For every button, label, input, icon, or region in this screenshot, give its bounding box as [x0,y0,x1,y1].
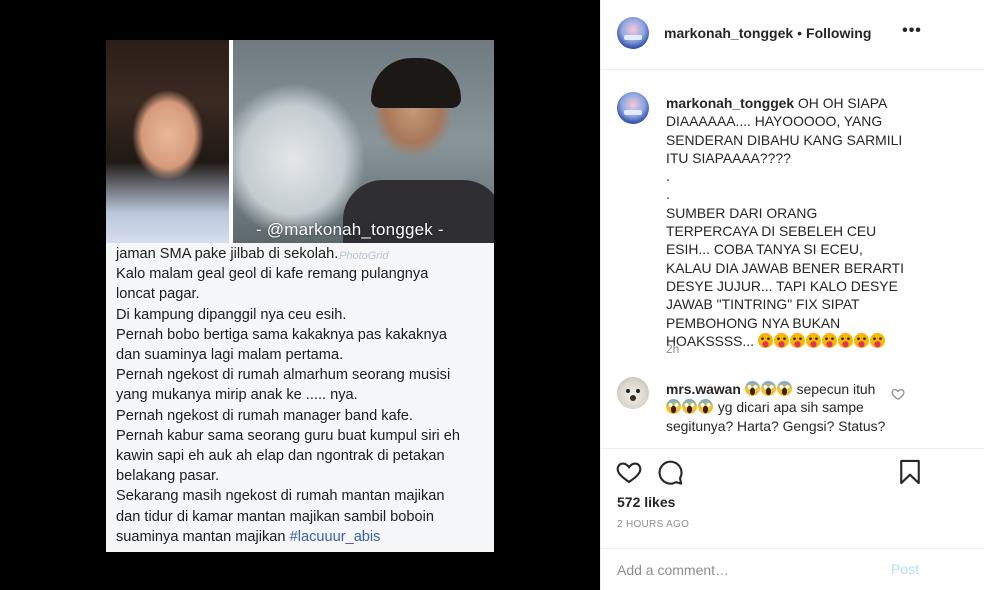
comment-text: mrs.wawan sepecun ituh yg dicari apa sih… [666,380,888,435]
photo-left-portrait [106,40,229,243]
avatar[interactable] [617,17,649,49]
caption-dot: . [666,168,670,185]
caption-username[interactable]: markonah_tonggek [666,95,794,111]
image-text-line: Pernah ngekost di rumah manager band kaf… [116,407,413,424]
screaming-face-emoji [760,381,776,396]
face-with-tongue-emoji [805,332,821,348]
image-text-line: Di kampung dipanggil nya ceu esih. [116,306,347,323]
screaming-face-emoji [776,381,792,396]
image-text-line-prefix: suaminya mantan majikan [116,528,290,545]
image-text-line: Pernah kabur sama seorang guru buat kump… [116,427,460,444]
face-with-tongue-emoji [757,332,773,348]
image-text-line: loncat pagar. [116,286,200,303]
caption-timestamp[interactable]: 2h [666,342,679,356]
image-text-line: jaman SMA pake jilbab di sekolah. [116,246,339,262]
post-button[interactable]: Post [891,561,919,577]
face-with-tongue-emoji [773,332,789,348]
post-image: - @markonah_tonggek - PhotoGrid jaman SM… [106,40,494,552]
post-media[interactable]: - @markonah_tonggek - PhotoGrid jaman SM… [0,0,600,590]
more-options-icon[interactable]: ••• [901,22,923,46]
comment-icon[interactable] [656,458,684,486]
caption-avatar[interactable] [617,92,649,124]
screaming-face-emoji [666,399,681,415]
post-header: markonah_tonggek • Following ••• [601,0,984,70]
image-text-line: Sekarang masih ngekost di rumah mantan m… [116,488,445,505]
image-text-line: belakang pasar. [116,468,220,485]
screaming-face-emoji [698,399,713,415]
image-text-line: Pernah ngekost di rumah almarhum seorang… [116,367,451,384]
comment-like-heart-icon[interactable] [891,387,905,401]
face-with-tongue-emoji [821,332,837,348]
screaming-face-emoji [682,399,697,415]
caption-text: markonah_tonggek OH OH SIAPA DIAAAAAA...… [666,94,904,350]
bookmark-icon[interactable] [896,458,924,486]
caption-emojis [757,332,886,349]
post-sidebar: markonah_tonggek • Following ••• markonah_… [600,0,984,590]
following-button[interactable]: Following [806,25,871,41]
header-user-line: markonah_tonggek • Following [664,25,871,41]
image-text-line: Kalo malam geal geol di kafe remang pula… [116,266,429,283]
add-comment-bar: Post [601,548,984,590]
face-with-tongue-emoji [853,332,869,348]
separator-dot: • [797,25,803,41]
face-with-tongue-emoji [869,332,885,348]
comments-list[interactable]: markonah_tonggek OH OH SIAPA DIAAAAAA...… [601,71,984,448]
post-timestamp[interactable]: 2 HOURS AGO [617,519,689,530]
comment-text-a: sepecun ituh [796,381,876,397]
image-text-line: Pernah bobo bertiga sama kakaknya pas ka… [116,326,447,343]
face-with-tongue-emoji [789,332,805,348]
image-text-line: dan suaminya lagi malam pertama. [116,347,344,364]
face-with-tongue-emoji [837,332,853,348]
image-text-line: yang mukanya mirip anak ke ..... nya. [116,387,358,404]
photo-right-couple [233,40,494,243]
caption-dot: . [666,186,670,203]
username-link[interactable]: markonah_tonggek [664,25,793,41]
screaming-face-emoji [744,381,760,396]
heart-icon[interactable] [615,458,643,486]
comment-username[interactable]: mrs.wawan [666,381,741,397]
image-text-line: suaminya mantan majikan #lacuuur_abis [116,527,488,547]
comment-input[interactable] [617,559,877,581]
image-hashtag: #lacuuur_abis [289,528,381,545]
commenter-avatar[interactable] [617,377,649,409]
image-text-line: kawin sapi eh auk ah elap dan ngontrak d… [116,448,445,465]
image-text-line: dan tidur di kamar mantan majikan sambil… [116,508,434,525]
caption-text-second: SUMBER DARI ORANG TERPERCAYA DI SEBELEH … [666,204,905,349]
image-caption-text: jaman SMA pake jilbab di sekolah. Kalo ma… [116,244,488,547]
likes-count[interactable]: 572 likes [617,494,675,510]
image-watermark: - @markonah_tonggek - [256,220,444,239]
post-actions: 572 likes 2 HOURS AGO [601,448,984,540]
